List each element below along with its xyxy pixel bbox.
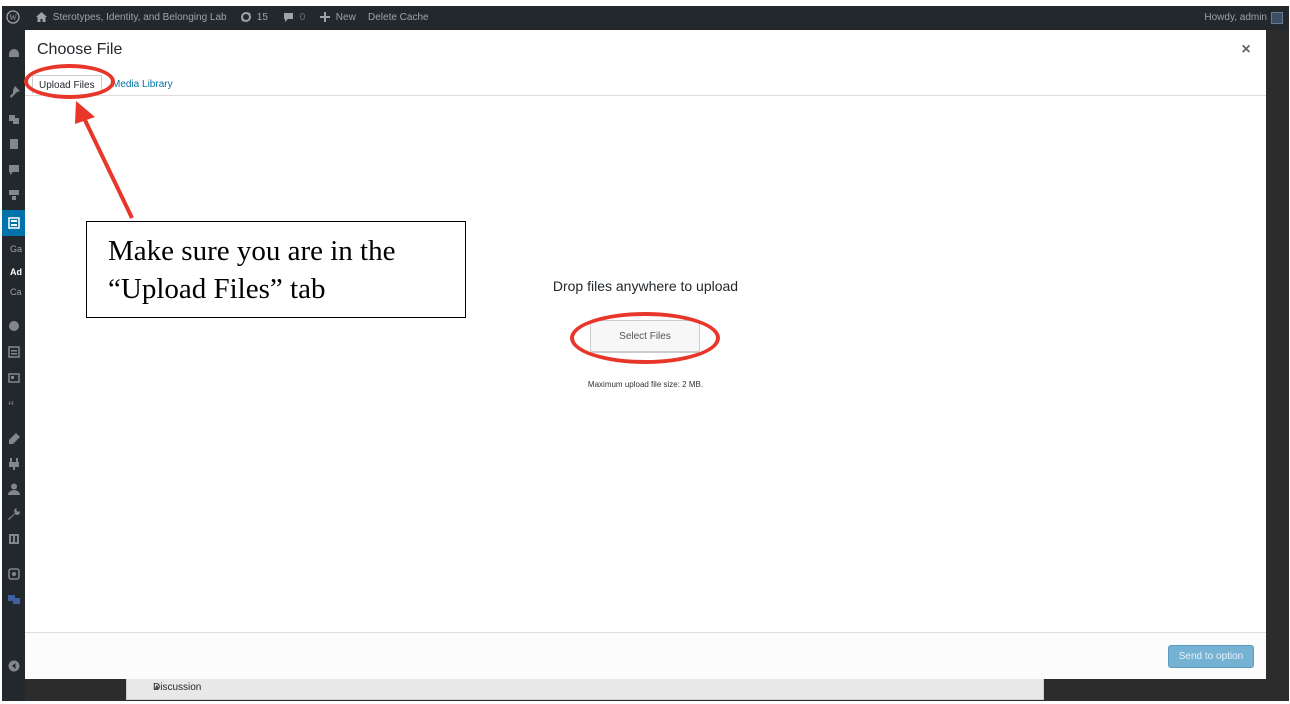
close-button[interactable]: × — [1236, 40, 1256, 60]
appearance-icon[interactable] — [8, 433, 20, 445]
max-upload-size: Maximum upload file size: 2 MB. — [587, 380, 704, 389]
seo-icon[interactable] — [8, 568, 20, 580]
sidebar-submenu-2[interactable]: Ad — [10, 267, 22, 277]
events-icon[interactable] — [8, 320, 20, 332]
callout-line-2: “Upload Files” tab — [108, 273, 326, 305]
send-to-option-button[interactable]: Send to option — [1168, 645, 1254, 668]
admin-bar-updates[interactable]: 15 — [240, 6, 268, 30]
collapse-menu-icon[interactable] — [8, 660, 20, 672]
feedback-icon[interactable] — [8, 189, 20, 201]
dashboard-icon[interactable] — [8, 48, 20, 60]
upload-drop-zone[interactable]: Drop files anywhere to upload Select Fil… — [25, 96, 1266, 633]
admin-sidebar: Ga Ad Ca “ — [2, 30, 25, 701]
comment-icon — [284, 12, 293, 22]
modal-tabs: Upload Files Media Library — [25, 70, 1266, 96]
translate-icon[interactable] — [8, 593, 20, 605]
media-icon[interactable] — [8, 113, 20, 125]
sidebar-submenu-3[interactable]: Ca — [10, 287, 22, 297]
home-icon — [36, 12, 47, 23]
svg-text:W: W — [9, 13, 17, 22]
plus-icon — [320, 12, 330, 23]
pin-icon[interactable] — [8, 86, 20, 98]
sidebar-submenu-1[interactable]: Ga — [10, 244, 22, 254]
callout-line-1: Make sure you are in the — [108, 235, 396, 267]
admin-bar-site-link[interactable]: Sterotypes, Identity, and Belonging Lab — [36, 6, 227, 30]
modal-footer: Send to option — [25, 632, 1266, 679]
updates-icon — [241, 12, 251, 23]
modal-title: Choose File — [37, 41, 123, 58]
updates-count: 15 — [256, 12, 268, 23]
list-icon[interactable] — [8, 346, 20, 358]
wordpress-logo-icon[interactable]: W — [6, 6, 20, 30]
forms-icon — [8, 217, 20, 229]
user-avatar[interactable] — [1271, 12, 1283, 24]
settings-icon[interactable] — [8, 533, 20, 545]
comments-count: 0 — [299, 12, 306, 23]
toggle-caret-icon[interactable]: ▲ — [153, 682, 1031, 691]
discussion-metabox[interactable]: Discussion ▲ — [126, 678, 1044, 700]
svg-text:“: “ — [8, 399, 14, 410]
tab-media-library[interactable]: Media Library — [106, 75, 179, 94]
tools-icon[interactable] — [8, 508, 20, 520]
users-icon[interactable] — [8, 483, 20, 495]
sidebar-active-item[interactable] — [2, 210, 25, 236]
plugins-icon[interactable] — [8, 458, 20, 470]
admin-bar-comments[interactable]: 0 — [283, 6, 305, 30]
site-name: Sterotypes, Identity, and Belonging Lab — [52, 12, 227, 23]
comments-icon[interactable] — [8, 164, 20, 176]
annotation-ellipse-upload-tab — [24, 64, 115, 99]
annotation-callout: Make sure you are in the “Upload Files” … — [86, 221, 466, 318]
howdy-user[interactable]: Howdy, admin — [1204, 6, 1267, 30]
profile-card-icon[interactable] — [8, 372, 20, 384]
delete-cache-link[interactable]: Delete Cache — [368, 6, 429, 30]
pages-icon[interactable] — [8, 138, 20, 150]
admin-bar: W Sterotypes, Identity, and Belonging La… — [2, 6, 1289, 30]
quote-icon[interactable]: “ — [8, 398, 20, 410]
admin-bar-new[interactable]: New — [320, 6, 356, 30]
annotation-ellipse-select-files — [570, 312, 720, 364]
new-label: New — [335, 12, 356, 23]
